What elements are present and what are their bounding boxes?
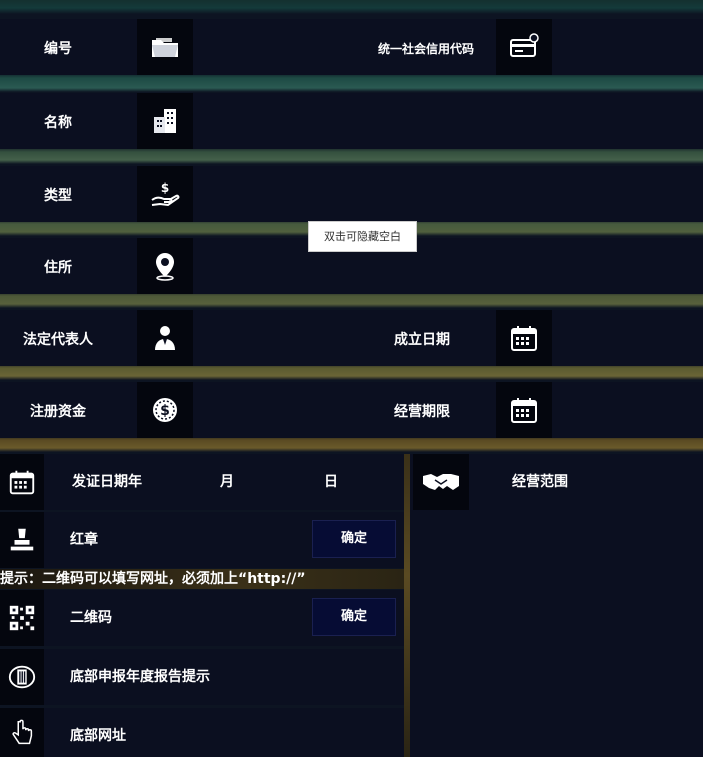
number-icon-box[interactable]	[137, 19, 193, 75]
issue-day-label: 日	[324, 474, 338, 490]
number-label: 编号	[44, 41, 72, 57]
founded-label: 成立日期	[394, 332, 450, 348]
handshake-icon	[423, 474, 459, 490]
id-card-icon	[510, 33, 539, 57]
seal-icon-box[interactable]	[0, 512, 44, 568]
seal-label: 红章	[70, 532, 98, 548]
issue-date-row: 发证日期年 月 日	[0, 454, 404, 510]
type-icon-box[interactable]: $	[137, 166, 193, 222]
qrcode-icon-box[interactable]	[0, 590, 44, 646]
seal-confirm-button[interactable]: 确定	[312, 520, 396, 558]
type-label: 类型	[44, 188, 72, 204]
qrcode-confirm-button[interactable]: 确定	[312, 598, 396, 636]
address-icon-box[interactable]	[137, 238, 193, 294]
name-label: 名称	[44, 115, 72, 131]
report-hint-label: 底部申报年度报告提示	[70, 669, 210, 685]
name-icon-box[interactable]	[137, 93, 193, 149]
issue-icon-box[interactable]	[0, 454, 44, 510]
seal-row: 红章 确定	[0, 512, 404, 568]
scope-icon-box[interactable]	[413, 454, 469, 510]
money-hand-icon: $	[151, 181, 180, 207]
url-icon-box[interactable]	[0, 708, 44, 757]
qrcode-label: 二维码	[70, 610, 112, 626]
report-icon-box[interactable]	[0, 649, 44, 705]
legal-rep-label: 法定代表人	[23, 332, 93, 348]
founded-icon-box[interactable]	[496, 310, 552, 366]
stamp-icon	[10, 528, 34, 551]
calendar-icon	[9, 470, 35, 495]
qrcode-row: 二维码 确定	[0, 590, 404, 646]
building-icon	[154, 109, 176, 133]
credit-code-label: 统一社会信用代码	[378, 42, 475, 56]
folder-icon	[152, 38, 178, 57]
report-hint-row: 底部申报年度报告提示	[0, 649, 404, 705]
capital-icon-box[interactable]: $	[137, 382, 193, 438]
issue-month-label: 月	[220, 474, 234, 490]
person-icon	[155, 326, 175, 350]
calendar-icon	[511, 326, 537, 351]
capital-label: 注册资金	[30, 404, 86, 420]
credit-code-icon-box[interactable]	[496, 19, 552, 75]
hand-pointer-icon	[12, 719, 33, 744]
svg-text:$: $	[161, 181, 169, 195]
address-label: 住所	[44, 260, 72, 276]
legal-rep-icon-box[interactable]	[137, 310, 193, 366]
hide-blank-tooltip: 双击可隐藏空白	[308, 221, 417, 252]
dollar-coin-icon: $	[153, 398, 177, 422]
svg-text:$: $	[160, 403, 170, 419]
location-pin-icon	[156, 253, 174, 281]
emblem-icon	[8, 665, 36, 689]
business-scope-panel: 经营范围	[410, 454, 703, 757]
bottom-url-label: 底部网址	[70, 728, 126, 744]
term-label: 经营期限	[394, 404, 450, 420]
term-icon-box[interactable]	[496, 382, 552, 438]
qrcode-icon	[9, 605, 35, 631]
business-scope-label: 经营范围	[512, 474, 568, 490]
bottom-url-row: 底部网址	[0, 708, 404, 757]
qrcode-hint-text: 提示：二维码可以填写网址，必须加上“http://”	[0, 569, 404, 589]
issue-date-label: 发证日期年	[72, 474, 142, 490]
calendar-icon	[511, 398, 537, 423]
